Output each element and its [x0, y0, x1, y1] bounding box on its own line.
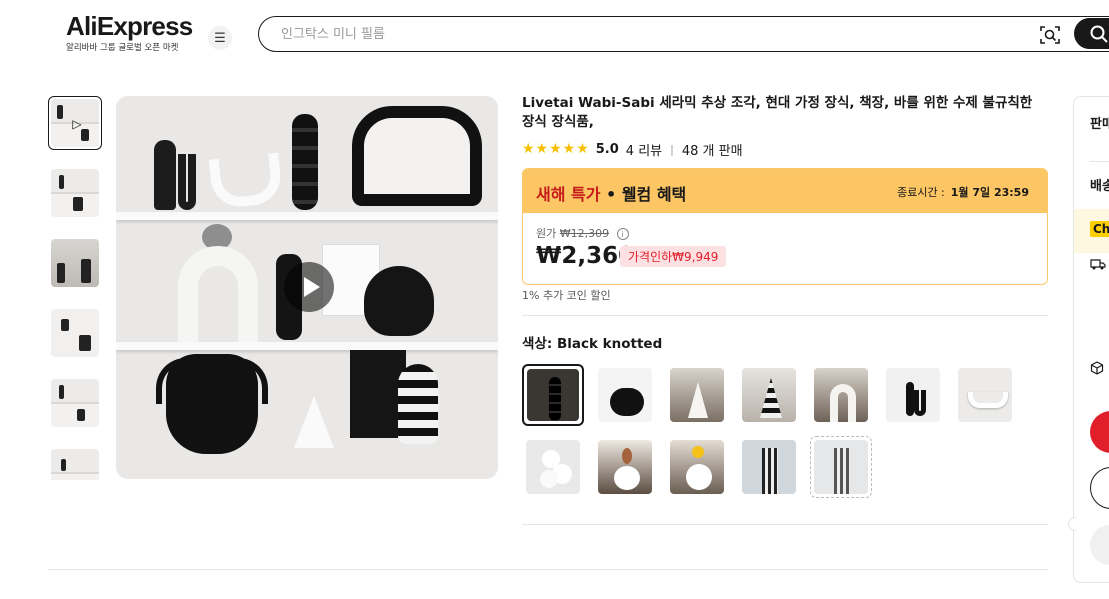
deal-end-value: 1월 7일 23:59: [950, 186, 1029, 199]
search-icon: [1090, 25, 1108, 43]
logo-text: AliExpress: [66, 11, 193, 41]
thumbnail-image[interactable]: [48, 376, 102, 430]
deal-title-rest: • 웰컴 혜택: [600, 185, 687, 204]
deal-title: 새해 특가 • 웰컴 혜택: [536, 181, 686, 205]
menu-icon[interactable]: ☰: [208, 26, 232, 50]
search-input[interactable]: [281, 24, 981, 44]
divider: [48, 569, 1048, 570]
color-option[interactable]: [594, 364, 656, 426]
color-option[interactable]: [522, 364, 584, 426]
play-icon: ▷: [72, 117, 82, 131]
info-icon[interactable]: i: [616, 228, 629, 240]
rating-row[interactable]: ★★★★★ 5.0 4 리뷰 | 48 개 판매: [522, 140, 743, 159]
divider: |: [670, 142, 674, 156]
panel-toggle-handle[interactable]: [1068, 517, 1076, 531]
color-option[interactable]: [954, 364, 1016, 426]
color-option[interactable]: [522, 436, 584, 498]
wishlist-button[interactable]: [1090, 525, 1109, 565]
logo-subtitle: 알리바바 그룹 글로벌 오픈 마켓: [66, 43, 179, 53]
image-search-icon[interactable]: [1039, 24, 1061, 46]
purchase-panel: 판매 배송 Ch: [1073, 96, 1109, 583]
original-price: 원가 ₩12,309 i: [536, 225, 629, 241]
thumbnail-image[interactable]: [48, 446, 102, 480]
product-title: Livetai Wabi-Sabi 세라믹 추상 조각, 현대 가정 장식, 책…: [522, 95, 1033, 130]
color-label: 색상: Black knotted: [522, 336, 663, 352]
thumbnail-list: ▷: [48, 96, 102, 480]
review-count[interactable]: 4 리뷰: [626, 140, 662, 159]
rating-score: 5.0: [595, 141, 619, 157]
original-price-value: ₩12,309: [559, 227, 610, 240]
search-bar: [258, 16, 1109, 52]
shipping-title: 배송: [1090, 179, 1109, 194]
package-icon: [1090, 361, 1104, 378]
aliexpress-logo[interactable]: AliExpress 알리바바 그룹 글로벌 오픈 마켓: [66, 12, 196, 53]
sold-count: 48 개 판매: [681, 143, 743, 159]
color-option[interactable]: [882, 364, 944, 426]
thumbnail-video[interactable]: ▷: [48, 96, 102, 150]
thumbnail-image[interactable]: [48, 166, 102, 220]
choice-badge: Ch: [1090, 221, 1109, 237]
discount-badge: 가격인하₩9,949: [620, 246, 727, 267]
color-option[interactable]: [810, 436, 872, 498]
add-to-cart-button[interactable]: [1090, 467, 1109, 509]
deal-box: 새해 특가 • 웰컴 혜택 종료시간 : 1월 7일 23:59 원가 ₩12,3…: [522, 168, 1048, 285]
divider: [522, 524, 1048, 525]
thumbnail-image[interactable]: [48, 236, 102, 290]
color-option[interactable]: [666, 436, 728, 498]
deal-header: 새해 특가 • 웰컴 혜택 종료시간 : 1월 7일 23:59: [523, 169, 1047, 213]
divider: [522, 315, 1048, 316]
buy-now-button[interactable]: [1090, 411, 1109, 453]
color-option[interactable]: [666, 364, 728, 426]
star-rating-icon: ★★★★★: [522, 141, 590, 157]
deal-end-label: 종료시간 :: [897, 186, 945, 199]
deal-title-highlight: 새해 특가: [536, 185, 601, 204]
color-option[interactable]: [738, 436, 800, 498]
search-button[interactable]: [1074, 18, 1109, 49]
color-option[interactable]: [810, 364, 872, 426]
main-product-image[interactable]: [116, 96, 498, 479]
divider: [1090, 161, 1109, 162]
play-video-icon[interactable]: [284, 262, 334, 312]
color-option[interactable]: [594, 436, 656, 498]
color-option[interactable]: [738, 364, 800, 426]
coin-discount-text: 1% 추가 코인 할인: [522, 289, 611, 302]
seller-title: 판매: [1090, 117, 1109, 132]
deal-end-time: 종료시간 : 1월 7일 23:59: [897, 184, 1029, 200]
thumbnail-image[interactable]: [48, 306, 102, 360]
truck-icon: [1090, 257, 1106, 274]
original-price-label: 원가: [536, 227, 557, 240]
